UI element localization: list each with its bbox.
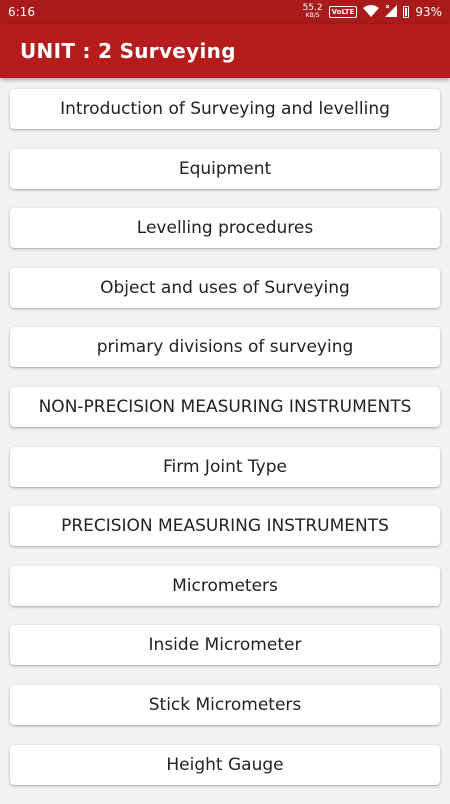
status-time: 6:16 [8,5,35,19]
network-speed-value: 55.2 [302,3,323,13]
status-icons: 55.2 KB/S VoLTE 93% [303,4,442,20]
list-item-non-precision-instruments[interactable]: NON-PRECISION MEASURING INSTRUMENTS [10,386,440,427]
page-title: UNIT : 2 Surveying [20,39,236,63]
list-item-object-and-uses[interactable]: Object and uses of Surveying [10,267,440,308]
network-speed: 55.2 KB/S [303,4,323,20]
list-item-firm-joint-type[interactable]: Firm Joint Type [10,446,440,487]
list-item-inside-micrometer[interactable]: Inside Micrometer [10,625,440,666]
status-bar: 6:16 55.2 KB/S VoLTE 93% [0,0,450,24]
list-item-stick-micrometers[interactable]: Stick Micrometers [10,684,440,725]
list-item-micrometers[interactable]: Micrometers [10,565,440,606]
topic-list: Introduction of Surveying and levelling … [10,89,440,804]
wifi-icon [363,4,380,20]
network-speed-unit: KB/S [305,12,320,19]
list-item-primary-divisions[interactable]: primary divisions of surveying [10,327,440,368]
list-item-height-gauge[interactable]: Height Gauge [10,744,440,785]
battery-icon [403,6,410,18]
battery-percent: 93% [415,5,442,19]
list-item-introduction[interactable]: Introduction of Surveying and levelling [10,89,440,129]
list-item-levelling-procedures[interactable]: Levelling procedures [10,208,440,249]
volte-badge: VoLTE [328,6,358,18]
signal-icon [385,4,398,20]
app-bar: UNIT : 2 Surveying [0,24,450,78]
list-item-precision-instruments[interactable]: PRECISION MEASURING INSTRUMENTS [10,506,440,547]
list-item-equipment[interactable]: Equipment [10,148,440,189]
